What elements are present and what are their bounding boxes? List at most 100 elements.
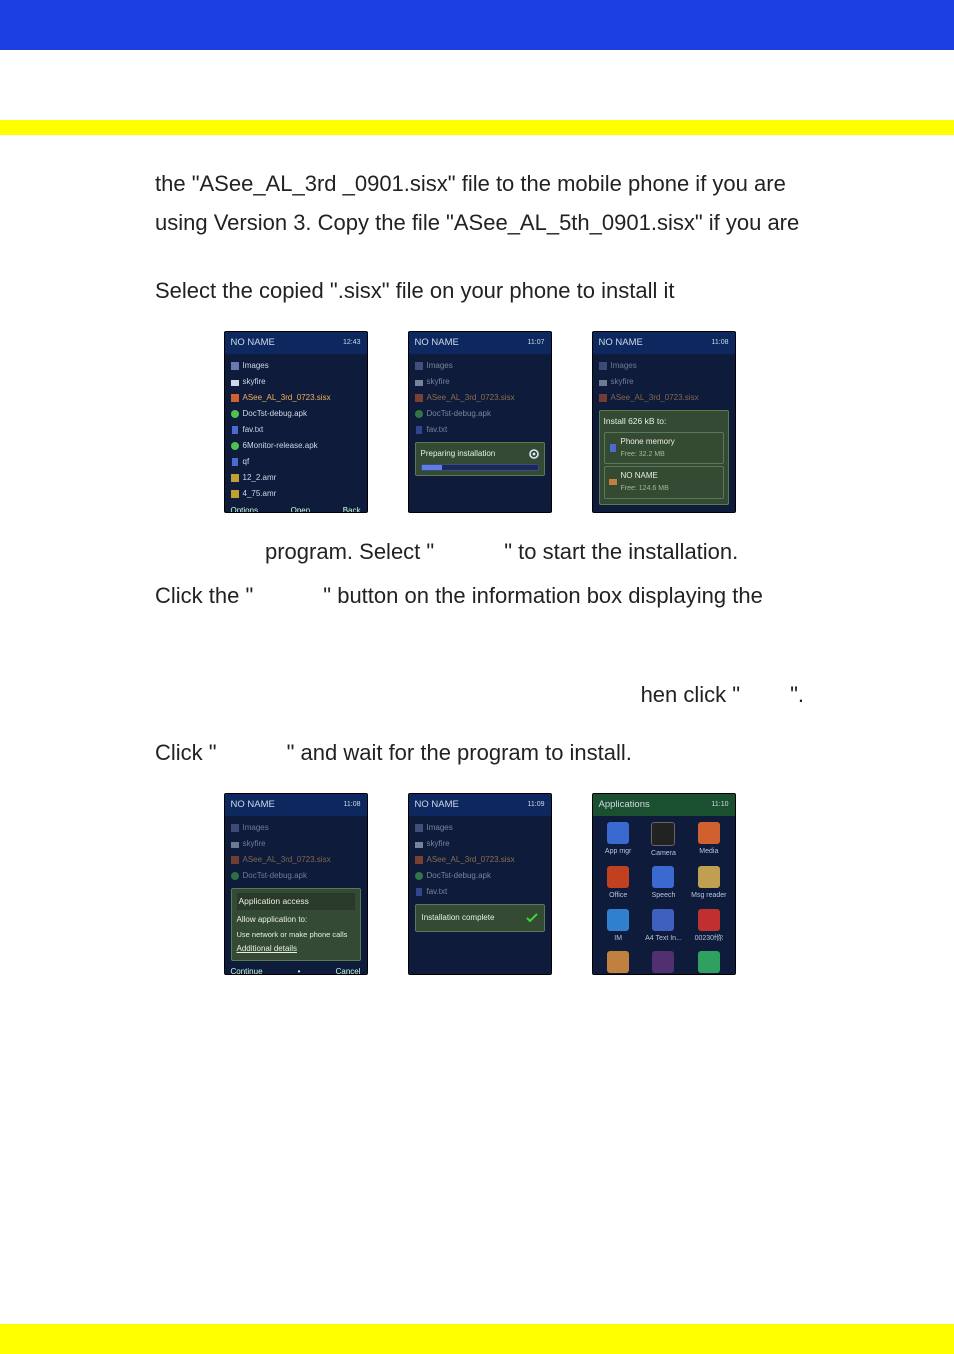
apk-icon <box>415 410 423 418</box>
document-body: the "ASee_AL_3rd _0901.sisx" file to the… <box>0 135 954 975</box>
phone-titlebar: NO NAME 11:07 <box>409 332 551 355</box>
clock-text: 11:07 <box>528 337 545 349</box>
folder-icon <box>415 840 423 848</box>
screenshot-install-complete: NO NAME 11:09 Images skyfire ASee_AL_3rd… <box>408 793 552 975</box>
softkey-center[interactable]: Open <box>291 504 311 512</box>
apk-icon <box>231 872 239 880</box>
app-icon[interactable]: 00230f你 <box>689 909 728 945</box>
screenshot-row-1: NO NAME 12:43 Images skyfire ASee_AL_3rd… <box>155 331 804 513</box>
title-text: NO NAME <box>231 797 275 814</box>
image-icon <box>599 362 607 370</box>
app-icon[interactable]: A4 Text In... <box>644 909 683 945</box>
phone-memory-icon <box>609 444 617 452</box>
list-item: fav.txt <box>415 423 545 437</box>
list-item: Images <box>415 821 545 835</box>
app-icon[interactable]: Media <box>689 822 728 860</box>
app-icon[interactable]: Office <box>599 866 638 902</box>
title-text: Applications <box>599 797 650 814</box>
install-to-label: Install 626 kB to: <box>604 414 724 429</box>
line-click-continue: Click the "" button on the information b… <box>155 577 804 616</box>
app-icon[interactable]: Speech <box>644 866 683 902</box>
list-item: ASee_AL_3rd_0723.sisx <box>599 391 729 405</box>
softkey-left[interactable]: Continue <box>231 965 263 974</box>
list-item: skyfire <box>599 375 729 389</box>
apk-icon <box>415 872 423 880</box>
file-list: Images skyfire ASee_AL_3rd_0723.sisx Doc… <box>225 354 367 512</box>
softkey-right[interactable]: Cancel <box>704 509 729 513</box>
clock-text: 11:09 <box>528 799 545 811</box>
sisx-icon <box>415 856 423 864</box>
list-item: DocTst-debug.apk <box>231 869 361 883</box>
phone-titlebar: NO NAME 11:09 <box>409 794 551 817</box>
screenshot-preparing-install: NO NAME 11:07 Images skyfire ASee_AL_3rd… <box>408 331 552 513</box>
gear-icon <box>529 449 539 459</box>
list-item: Images <box>231 359 361 373</box>
app-grid: App mgr Camera Media Office Speech Msg r… <box>593 816 735 974</box>
audio-icon <box>231 490 239 498</box>
list-item: DocTst-debug.apk <box>415 407 545 421</box>
list-item: qf <box>231 455 361 469</box>
phone-titlebar: NO NAME 11:08 <box>225 794 367 817</box>
install-overlay: Preparing installation <box>415 442 545 476</box>
file-list: Images skyfire ASee_AL_3rd_0723.sisx Doc… <box>409 354 551 511</box>
title-text: NO NAME <box>415 335 459 352</box>
screenshot-row-2: NO NAME 11:08 Images skyfire ASee_AL_3rd… <box>155 793 804 975</box>
txt-icon <box>231 426 239 434</box>
image-icon <box>231 362 239 370</box>
softkey-right[interactable]: Back <box>343 504 361 512</box>
clock-text: 11:08 <box>344 799 361 811</box>
app-icon[interactable]: 系统实用 <box>599 951 638 975</box>
line-program-select: program. Select "" to start the installa… <box>155 533 804 572</box>
screenshot-applications-grid: Applications 11:10 App mgr Camera Media … <box>592 793 736 975</box>
folder-icon <box>231 840 239 848</box>
list-item: skyfire <box>231 375 361 389</box>
complete-overlay: Installation complete <box>415 904 545 932</box>
progress-bar <box>421 464 539 471</box>
folder-icon <box>231 378 239 386</box>
app-icon[interactable]: IM <box>599 909 638 945</box>
list-item: ASee_AL_3rd_0723.sisx <box>415 391 545 405</box>
list-item: Images <box>231 821 361 835</box>
softkeys: Select • Cancel <box>599 507 729 513</box>
title-text: NO NAME <box>231 335 275 352</box>
apk-icon <box>231 410 239 418</box>
image-icon <box>415 824 423 832</box>
app-icon[interactable]: Camera <box>644 822 683 860</box>
app-icon[interactable]: Msg reader <box>689 866 728 902</box>
header-blue-band <box>0 0 954 50</box>
list-item: fav.txt <box>231 423 361 437</box>
phone-titlebar: NO NAME 11:08 <box>593 332 735 355</box>
memory-card-icon <box>609 478 617 486</box>
sisx-icon <box>231 394 239 402</box>
overlay-text: Installation complete <box>422 911 495 925</box>
app-icon[interactable]: ASee <box>689 951 728 975</box>
list-item: Images <box>599 359 729 373</box>
txt-icon <box>415 426 423 434</box>
file-icon <box>231 458 239 466</box>
softkey-left[interactable]: Options <box>231 504 259 512</box>
softkey-left[interactable]: Select <box>599 509 621 513</box>
install-to-overlay: Install 626 kB to: Phone memory Free: 32… <box>599 410 729 504</box>
screenshot-app-access: NO NAME 11:08 Images skyfire ASee_AL_3rd… <box>224 793 368 975</box>
softkey-center[interactable]: • <box>661 509 664 513</box>
paragraph-1: the "ASee_AL_3rd _0901.sisx" file to the… <box>155 165 804 242</box>
header-gap <box>0 50 954 120</box>
softkey-right[interactable]: Cancel <box>336 965 361 974</box>
sisx-icon <box>415 394 423 402</box>
additional-details-link[interactable]: Additional details <box>237 942 355 956</box>
app-icon[interactable]: Google M... <box>644 951 683 975</box>
clock-text: 12:43 <box>343 337 361 349</box>
clock-text: 11:08 <box>712 337 729 349</box>
list-item: 4_75.amr <box>231 487 361 501</box>
list-item: ASee_AL_3rd_0723.sisx <box>231 853 361 867</box>
memory-option-phone[interactable]: Phone memory Free: 32.2 MB <box>604 432 724 464</box>
memory-option-card[interactable]: NO NAME Free: 124.6 MB <box>604 466 724 498</box>
image-icon <box>415 362 423 370</box>
apk-icon <box>231 442 239 450</box>
softkeys: Continue • Cancel <box>231 963 361 974</box>
overlay-text: Preparing installation <box>421 447 496 461</box>
list-item: fav.txt <box>415 885 545 899</box>
access-title: Application access <box>237 893 355 910</box>
app-icon[interactable]: App mgr <box>599 822 638 860</box>
softkey-center[interactable]: • <box>298 965 301 974</box>
